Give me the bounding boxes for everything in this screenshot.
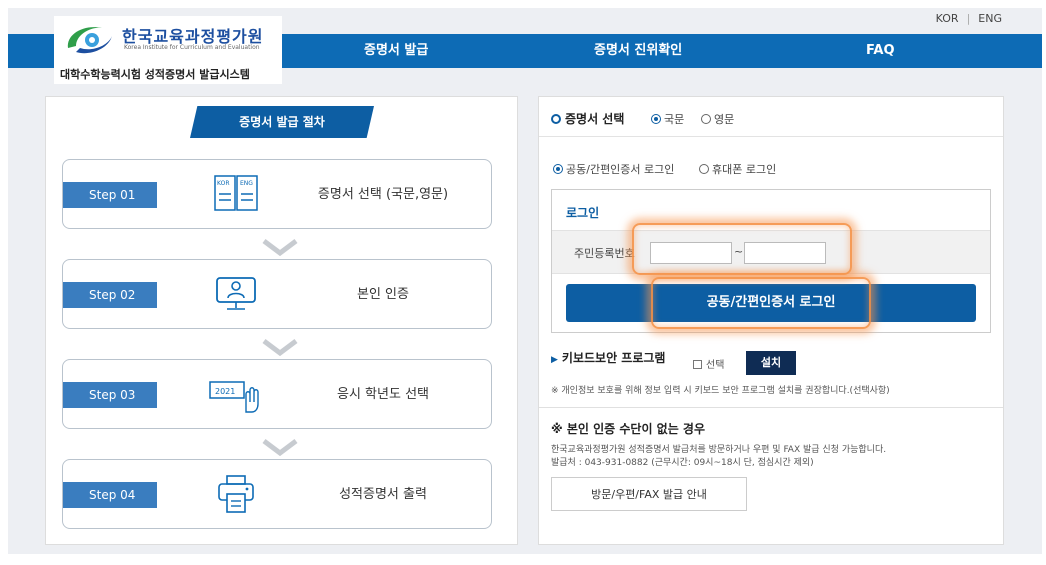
site-logo[interactable]: 한국교육과정평가원 Korea Institute for Curriculum… [54, 16, 282, 84]
keyboard-security-title: ▶ 키보드보안 프로그램 [551, 349, 665, 366]
radio-phone-login-label: 휴대폰 로그인 [712, 163, 777, 176]
logo-subtitle: Korea Institute for Curriculum and Evalu… [124, 44, 260, 51]
chevron-down-icon [262, 239, 298, 256]
nav-issue-certificate[interactable]: 증명서 발급 [364, 34, 428, 68]
radio-english-label: 영문 [714, 113, 735, 126]
step-tag: Step 04 [63, 482, 157, 508]
step-4: Step 04 성적증명서 출력 [62, 459, 492, 529]
nav-verify-certificate[interactable]: 증명서 진위확인 [594, 34, 682, 68]
kice-logo-icon [67, 27, 112, 54]
language-switch: KOR | ENG [936, 12, 1002, 25]
step-text: 증명서 선택 (국문,영문) [317, 187, 449, 202]
radio-english[interactable]: 영문 [701, 111, 734, 127]
cert-select-label: 증명서 선택 [565, 112, 625, 126]
radio-selected-icon[interactable] [553, 164, 563, 174]
radio-selected-icon[interactable] [651, 114, 661, 124]
icon-label-kor: KOR [217, 180, 230, 187]
keyboard-security-label: 키보드보안 프로그램 [561, 351, 666, 365]
chevron-down-icon [262, 439, 298, 456]
icon-label-year: 2021 [215, 387, 235, 396]
radio-unselected-icon[interactable] [701, 114, 711, 124]
ring-bullet-icon [551, 114, 561, 124]
radio-cert-login-label: 공동/간편인증서 로그인 [566, 163, 675, 176]
step-3: Step 03 2021 응시 학년도 선택 [62, 359, 492, 429]
login-panel: 증명서 선택 국문 영문 공동/간편인증서 로그인 휴대폰 로그인 로그인 주민… [538, 96, 1004, 545]
year-select-hand-icon: 2021 [209, 381, 259, 413]
no-auth-desc-2: 발급처 : 043-931-0882 (근무시간: 09시~18시 단, 점심시… [551, 458, 814, 468]
lang-kor-link[interactable]: KOR [936, 12, 959, 25]
nav-faq[interactable]: FAQ [866, 34, 895, 68]
install-button[interactable]: 설치 [746, 351, 796, 375]
kor-eng-book-icon: KOR ENG [214, 175, 258, 211]
chevron-down-icon [262, 339, 298, 356]
checkbox-icon[interactable] [693, 360, 702, 369]
resident-number-separator: ~ [734, 245, 744, 258]
page: KOR | ENG 증명서 발급 증명서 진위확인 FAQ 한국교육과정평가원 Ko… [8, 8, 1042, 554]
icon-label-eng: ENG [240, 180, 253, 187]
divider [539, 407, 1003, 408]
resident-number-row: 주민등록번호 ~ [552, 230, 990, 274]
keyboard-select-checkbox[interactable]: 선택 [693, 356, 724, 371]
radio-cert-login[interactable]: 공동/간편인증서 로그인 [553, 161, 674, 177]
no-auth-title: ※ 본인 인증 수단이 없는 경우 [551, 422, 705, 436]
step-text: 본인 인증 [357, 287, 409, 302]
keyboard-security-note: ※ 개인정보 보호를 위해 정보 입력 시 키보드 보안 프로그램 설치를 권장… [551, 386, 890, 396]
cert-login-button[interactable]: 공동/간편인증서 로그인 [566, 284, 976, 322]
keyboard-select-label: 선택 [706, 360, 725, 371]
lang-eng-link[interactable]: ENG [978, 12, 1002, 25]
procedure-panel: 증명서 발급 절차 Step 01 KOR ENG 증명서 선택 (국문,영문)… [45, 96, 518, 545]
printer-icon [218, 475, 254, 513]
resident-number-label: 주민등록번호 [574, 247, 635, 260]
radio-korean[interactable]: 국문 [651, 111, 684, 127]
visit-mail-fax-guide-button[interactable]: 방문/우편/FAX 발급 안내 [551, 477, 747, 511]
login-box: 로그인 주민등록번호 ~ 공동/간편인증서 로그인 [551, 189, 991, 333]
system-name: 대학수학능력시험 성적증명서 발급시스템 [60, 68, 250, 81]
radio-korean-label: 국문 [664, 113, 685, 126]
step-1: Step 01 KOR ENG 증명서 선택 (국문,영문) [62, 159, 492, 229]
radio-unselected-icon[interactable] [699, 164, 709, 174]
person-monitor-icon [216, 277, 256, 310]
cert-select-title: 증명서 선택 [551, 110, 624, 127]
lang-separator: | [966, 12, 971, 25]
procedure-title: 증명서 발급 절차 [190, 106, 374, 138]
step-2: Step 02 본인 인증 [62, 259, 492, 329]
step-tag: Step 01 [63, 182, 157, 208]
login-title: 로그인 [566, 206, 600, 220]
triangle-right-icon: ▶ [551, 355, 558, 365]
step-tag: Step 02 [63, 282, 157, 308]
resident-number-first-input[interactable] [650, 242, 732, 264]
no-auth-desc-1: 한국교육과정평가원 성적증명서 발급처를 방문하거나 우편 및 FAX 발급 신… [551, 445, 887, 455]
radio-phone-login[interactable]: 휴대폰 로그인 [699, 161, 776, 177]
certificate-select-section: 증명서 선택 국문 영문 [539, 97, 1003, 137]
resident-number-second-input[interactable] [744, 242, 826, 264]
step-text: 성적증명서 출력 [339, 487, 427, 502]
step-tag: Step 03 [63, 382, 157, 408]
step-text: 응시 학년도 선택 [337, 387, 429, 402]
